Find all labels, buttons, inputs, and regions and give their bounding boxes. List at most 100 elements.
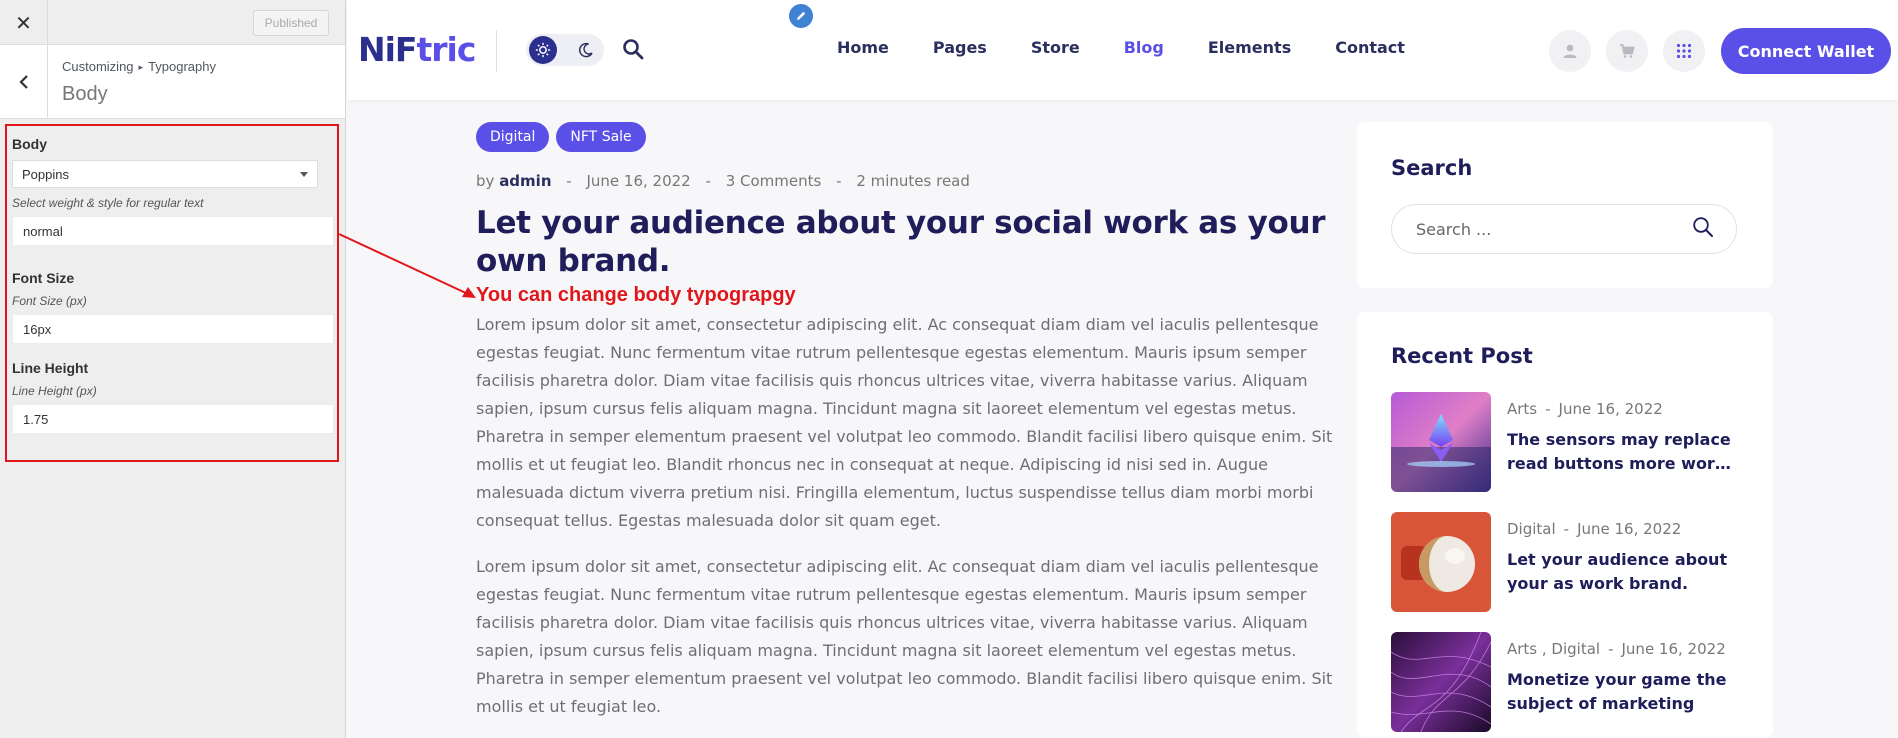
meta-author[interactable]: admin xyxy=(499,172,551,190)
customizer-topbar: ✕ Published xyxy=(0,0,345,45)
annotation-note: You can change body typograpgy xyxy=(476,284,796,306)
line-height-value: 1.75 xyxy=(23,411,49,427)
connect-wallet-button[interactable]: Connect Wallet xyxy=(1721,28,1891,74)
font-size-value: 16px xyxy=(23,321,52,337)
recent-post-title[interactable]: Let your audience about your as work bra… xyxy=(1507,548,1747,596)
nav-home[interactable]: Home xyxy=(837,38,889,57)
search-icon[interactable] xyxy=(1692,216,1714,242)
search-placeholder: Search ... xyxy=(1416,219,1492,239)
post-thumbnail[interactable] xyxy=(1391,632,1491,732)
sun-icon xyxy=(529,36,557,64)
font-size-description: Font Size (px) xyxy=(12,294,87,308)
nav-store[interactable]: Store xyxy=(1031,38,1080,57)
edit-pencil-icon[interactable] xyxy=(787,2,815,30)
main-nav: Home Pages Store Blog Elements Contact xyxy=(837,38,1449,57)
meta-comments[interactable]: 3 Comments xyxy=(726,172,822,190)
recent-post-title-line: The sensors may replace xyxy=(1507,430,1731,449)
meta-separator: - xyxy=(566,172,572,190)
cart-icon[interactable] xyxy=(1606,30,1648,72)
post-date: June 16, 2022 xyxy=(1621,640,1726,658)
nav-contact[interactable]: Contact xyxy=(1335,38,1405,57)
recent-post-meta: Digital - June 16, 2022 xyxy=(1507,520,1681,538)
recent-post-title-line: subject of marketing xyxy=(1507,694,1695,713)
search-icon[interactable] xyxy=(622,38,646,62)
recent-post-title-line: your as work brand. xyxy=(1507,574,1689,593)
post-paragraph: Lorem ipsum dolor sit amet, consectetur … xyxy=(476,315,1333,530)
post-category[interactable]: Digital xyxy=(1507,520,1556,538)
meta-by: by xyxy=(476,172,495,190)
meta-date: June 16, 2022 xyxy=(586,172,691,190)
recent-posts-widget: Recent Post Arts - June 16, 2022 The senso… xyxy=(1357,312,1773,738)
sidebar-search-input[interactable]: Search ... xyxy=(1391,204,1737,254)
post-article: Digital NFT Sale by admin - June 16, 202… xyxy=(476,122,1326,280)
search-widget-title: Search xyxy=(1391,156,1473,180)
meta-separator: - xyxy=(705,172,711,190)
post-category[interactable]: Arts , Digital xyxy=(1507,640,1600,658)
site-header: NiFtric Home Pages Store Blog Elements C… xyxy=(347,0,1898,100)
post-title: Let your audience about your social work… xyxy=(476,205,1326,279)
meta-separator: - xyxy=(836,172,842,190)
customizer-panel: ✕ Published Customizing ▸ Typography Body … xyxy=(0,0,346,738)
recent-post-title-line: read buttons more work the xyxy=(1507,454,1737,473)
line-height-field[interactable]: 1.75 xyxy=(12,404,334,434)
section-title: Body xyxy=(62,83,108,105)
post-tags: Digital NFT Sale xyxy=(476,122,1326,152)
nav-elements[interactable]: Elements xyxy=(1208,38,1291,57)
post-paragraph: Lorem ipsum dolor sit amet, consectetur … xyxy=(476,557,1333,716)
font-size-field[interactable]: 16px xyxy=(12,314,334,344)
post-date: June 16, 2022 xyxy=(1577,520,1682,538)
post-category[interactable]: Arts xyxy=(1507,400,1537,418)
post-meta: by admin - June 16, 2022 - 3 Comments - … xyxy=(476,172,1326,190)
recent-posts-title: Recent Post xyxy=(1391,344,1533,368)
recent-post-item[interactable]: Digital - June 16, 2022 Let your audience … xyxy=(1391,512,1751,612)
line-height-description: Line Height (px) xyxy=(12,384,97,398)
customizer-section-header: Customizing ▸ Typography Body xyxy=(0,45,345,119)
recent-post-item[interactable]: Arts - June 16, 2022 The sensors may repla… xyxy=(1391,392,1751,492)
font-weight-field[interactable]: normal xyxy=(12,216,334,246)
theme-toggle[interactable] xyxy=(526,34,604,66)
body-typography-controls: Body Poppins Select weight & style for r… xyxy=(5,124,339,462)
breadcrumb-root: Customizing xyxy=(62,59,134,74)
recent-post-title-line: Let your audience about xyxy=(1507,550,1728,569)
breadcrumb-leaf: Typography xyxy=(148,59,216,74)
recent-post-title[interactable]: Monetize your game the subject of market… xyxy=(1507,668,1747,716)
font-family-select[interactable]: Poppins xyxy=(12,160,318,188)
moon-icon xyxy=(576,40,596,60)
tag-digital[interactable]: Digital xyxy=(476,122,550,152)
meta-read-time: 2 minutes read xyxy=(856,172,970,190)
logo-part-2: tric xyxy=(416,30,476,69)
post-thumbnail[interactable] xyxy=(1391,512,1491,612)
meta-separator: - xyxy=(1563,520,1570,538)
close-icon[interactable]: ✕ xyxy=(0,0,48,45)
user-icon[interactable] xyxy=(1549,30,1591,72)
meta-separator: - xyxy=(1608,640,1614,658)
line-height-label: Line Height xyxy=(12,360,89,376)
nav-pages[interactable]: Pages xyxy=(933,38,987,57)
post-thumbnail[interactable] xyxy=(1391,392,1491,492)
breadcrumb-separator-icon: ▸ xyxy=(138,62,144,72)
tag-nft-sale[interactable]: NFT Sale xyxy=(556,122,646,152)
font-size-label: Font Size xyxy=(12,270,75,286)
body-label: Body xyxy=(12,136,47,152)
annotation-arrow-icon xyxy=(338,233,476,298)
font-weight-value: normal xyxy=(23,223,63,239)
published-button[interactable]: Published xyxy=(253,10,329,36)
back-icon[interactable] xyxy=(0,45,48,119)
font-family-value: Poppins xyxy=(22,166,69,182)
recent-post-item[interactable]: Arts , Digital - June 16, 2022 Monetize yo… xyxy=(1391,632,1751,732)
grid-menu-icon[interactable] xyxy=(1663,30,1705,72)
chevron-down-icon xyxy=(300,171,308,177)
post-date: June 16, 2022 xyxy=(1558,400,1663,418)
weight-description: Select weight & style for regular text xyxy=(12,196,204,210)
recent-post-title-line: Monetize your game the xyxy=(1507,670,1727,689)
meta-separator: - xyxy=(1545,400,1551,418)
logo-part-1: NiF xyxy=(358,30,417,69)
recent-post-meta: Arts - June 16, 2022 xyxy=(1507,400,1663,418)
search-widget: Search Search ... xyxy=(1357,122,1773,288)
breadcrumb: Customizing ▸ Typography xyxy=(62,59,216,74)
recent-post-meta: Arts , Digital - June 16, 2022 xyxy=(1507,640,1726,658)
recent-post-title[interactable]: The sensors may replace read buttons mor… xyxy=(1507,428,1747,476)
site-logo[interactable]: NiFtric xyxy=(358,30,476,69)
nav-blog[interactable]: Blog xyxy=(1124,38,1164,57)
header-divider xyxy=(496,30,497,72)
